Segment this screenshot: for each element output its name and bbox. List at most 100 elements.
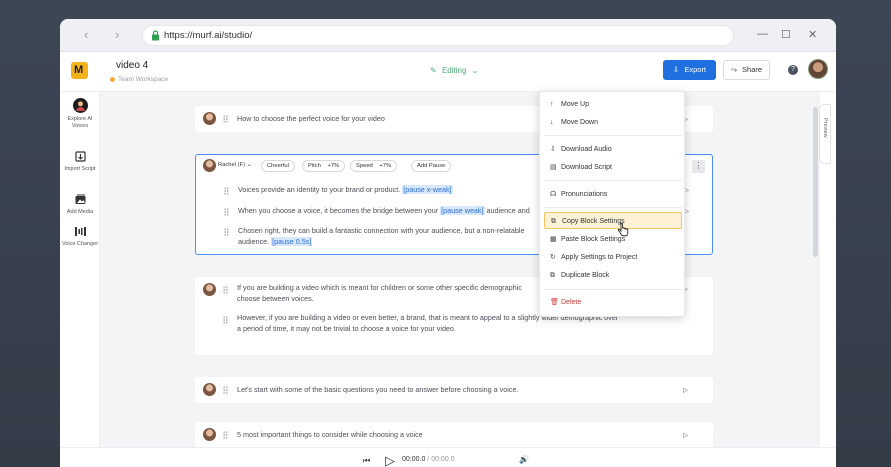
- preview-toggle[interactable]: Preview: [819, 104, 831, 164]
- volume-icon[interactable]: 🔊: [519, 455, 529, 464]
- drag-handle-icon[interactable]: [223, 286, 228, 294]
- share-icon: ⤳: [730, 65, 737, 74]
- block-line[interactable]: If you are building a video which is mea…: [237, 282, 522, 293]
- share-button[interactable]: ⤳ Share: [723, 60, 770, 80]
- menu-item-move-up[interactable]: ↑ Move Up: [544, 96, 682, 113]
- block-text[interactable]: Let's start with some of the basic quest…: [237, 384, 518, 395]
- close-icon[interactable]: ✕: [808, 28, 817, 41]
- style-selector[interactable]: Cheerful: [261, 160, 295, 172]
- drag-handle-icon[interactable]: [223, 316, 228, 324]
- menu-item-label: Download Audio: [561, 146, 612, 153]
- total-time: 00:00.0: [431, 456, 455, 463]
- menu-item-download-audio[interactable]: ⇩ Download Audio: [544, 141, 682, 158]
- menu-item-label: Move Up: [561, 101, 590, 108]
- pencil-icon: ✎: [430, 66, 437, 75]
- menu-item-copy-block-settings[interactable]: ⧉ Copy Block Settings: [544, 212, 682, 229]
- copy-icon: ⧉: [551, 218, 556, 225]
- menu-item-move-down[interactable]: ↓ Move Down: [544, 114, 682, 131]
- line-text: When you choose a voice, it becomes the …: [238, 206, 439, 215]
- help-icon[interactable]: ?: [788, 65, 798, 75]
- lock-icon: [152, 30, 159, 41]
- preview-label: Preview: [822, 118, 828, 138]
- menu-item-label: Copy Block Settings: [562, 218, 625, 225]
- export-button[interactable]: ⇩ Export: [663, 60, 716, 80]
- forward-icon[interactable]: ›: [115, 27, 119, 42]
- play-button[interactable]: ▷: [385, 453, 395, 467]
- voice-selector[interactable]: Rachel (F) ⌄: [216, 160, 254, 172]
- minimize-icon[interactable]: —: [757, 28, 768, 40]
- media-icon: [75, 194, 85, 204]
- sidebar-item-explore-voices[interactable]: Explore AI Voices: [60, 98, 100, 130]
- play-icon[interactable]: ▷: [683, 386, 688, 394]
- sidebar-item-label: Voice Changer: [61, 241, 99, 247]
- menu-item-label: Delete: [561, 299, 582, 306]
- menu-item-download-script[interactable]: ▤ Download Script: [544, 159, 682, 176]
- menu-item-delete[interactable]: 🗑 Delete: [544, 294, 682, 311]
- maximize-icon[interactable]: ☐: [781, 28, 791, 41]
- pitch-value: +7%: [327, 163, 340, 169]
- drag-handle-icon[interactable]: [224, 208, 229, 216]
- drag-handle-icon[interactable]: [223, 386, 228, 394]
- voice-avatar[interactable]: [203, 159, 216, 172]
- block-text[interactable]: 5 most important things to consider whil…: [237, 429, 423, 440]
- apply-icon: ↻: [550, 254, 556, 261]
- sidebar-item-label: Add Media: [66, 209, 94, 215]
- browser-window: ‹ › https://murf.ai/studio/ — ☐ ✕ M vide…: [60, 19, 836, 467]
- murf-logo[interactable]: M: [71, 62, 88, 79]
- drag-handle-icon[interactable]: [224, 187, 229, 195]
- pause-tag[interactable]: [pause 0.5s]: [271, 237, 313, 246]
- pause-tag[interactable]: [pause x-weak]: [402, 185, 453, 194]
- block-line-continued[interactable]: a period of time, it may not be trivial …: [237, 323, 456, 334]
- pause-tag[interactable]: [pause weak]: [440, 206, 485, 215]
- mode-selector[interactable]: ✎ Editing ⌄: [430, 66, 478, 75]
- voice-avatar[interactable]: [203, 283, 216, 296]
- playback-time: 00:00.0 / 00:00.0: [402, 456, 455, 463]
- voice-avatar[interactable]: [203, 383, 216, 396]
- block-line[interactable]: Chosen right, they can build a fantastic…: [238, 225, 524, 236]
- more-options-button[interactable]: ⋮: [692, 160, 705, 173]
- menu-item-pronunciations[interactable]: ☊ Pronunciations: [544, 186, 682, 203]
- scrollbar-thumb[interactable]: [813, 107, 818, 257]
- app-header: M video 4 Team Workspace ✎ Editing ⌄ ⇩ E…: [60, 52, 836, 92]
- block-line[interactable]: Voices provide an identity to your brand…: [238, 184, 453, 195]
- voice-avatar[interactable]: [203, 112, 216, 125]
- menu-item-apply-settings-to-project[interactable]: ↻ Apply Settings to Project: [544, 249, 682, 266]
- script-block[interactable]: 5 most important things to consider whil…: [195, 422, 713, 448]
- current-time: 00:00.0: [402, 456, 426, 463]
- speed-control[interactable]: Speed +7%: [350, 160, 398, 172]
- block-line[interactable]: When you choose a voice, it becomes the …: [238, 205, 530, 216]
- menu-item-label: Apply Settings to Project: [561, 254, 638, 261]
- block-text[interactable]: How to choose the perfect voice for your…: [237, 113, 385, 124]
- hand-cursor-icon: [618, 223, 629, 237]
- chevron-down-icon: ⌄: [471, 66, 479, 75]
- menu-item-duplicate-block[interactable]: ⧉ Duplicate Block: [544, 267, 682, 284]
- sidebar-item-label: Explore AI Voices: [67, 116, 93, 129]
- url-text: https://murf.ai/studio/: [164, 30, 253, 41]
- drag-handle-icon[interactable]: [224, 228, 229, 236]
- sidebar-item-import-script[interactable]: Import Script: [60, 150, 100, 173]
- block-line-continued[interactable]: audience. [pause 0.5s]: [238, 236, 313, 247]
- sidebar-item-label: Import Script: [64, 166, 96, 172]
- profile-avatar[interactable]: [808, 59, 828, 79]
- voice-avatar[interactable]: [203, 428, 216, 441]
- project-title[interactable]: video 4: [116, 60, 148, 71]
- play-icon[interactable]: ▷: [683, 431, 688, 439]
- address-bar[interactable]: https://murf.ai/studio/: [142, 25, 734, 46]
- menu-item-paste-block-settings[interactable]: ▦ Paste Block Settings: [544, 231, 682, 248]
- script-block[interactable]: Let's start with some of the basic quest…: [195, 377, 713, 403]
- block-line-continued[interactable]: choose between voices.: [237, 293, 314, 304]
- pitch-control[interactable]: Pitch +7%: [302, 160, 346, 172]
- add-pause-button[interactable]: Add Pause: [411, 160, 452, 172]
- chevron-down-icon: ⌄: [246, 162, 252, 168]
- menu-item-label: Paste Block Settings: [561, 236, 626, 243]
- skip-back-icon[interactable]: ⏮: [363, 456, 370, 466]
- drag-handle-icon[interactable]: [223, 431, 228, 439]
- sidebar-item-add-media[interactable]: Add Media: [60, 193, 100, 216]
- share-label: Share: [742, 65, 763, 74]
- block-context-menu: ↑ Move Up ↓ Move Down ⇩ Download Audio ▤…: [539, 91, 685, 317]
- sidebar-item-voice-changer[interactable]: Voice Changer: [60, 225, 100, 248]
- menu-item-label: Download Script: [561, 164, 612, 171]
- drag-handle-icon[interactable]: [223, 115, 228, 123]
- back-icon[interactable]: ‹: [84, 27, 88, 42]
- arrow-up-icon: ↑: [550, 101, 554, 108]
